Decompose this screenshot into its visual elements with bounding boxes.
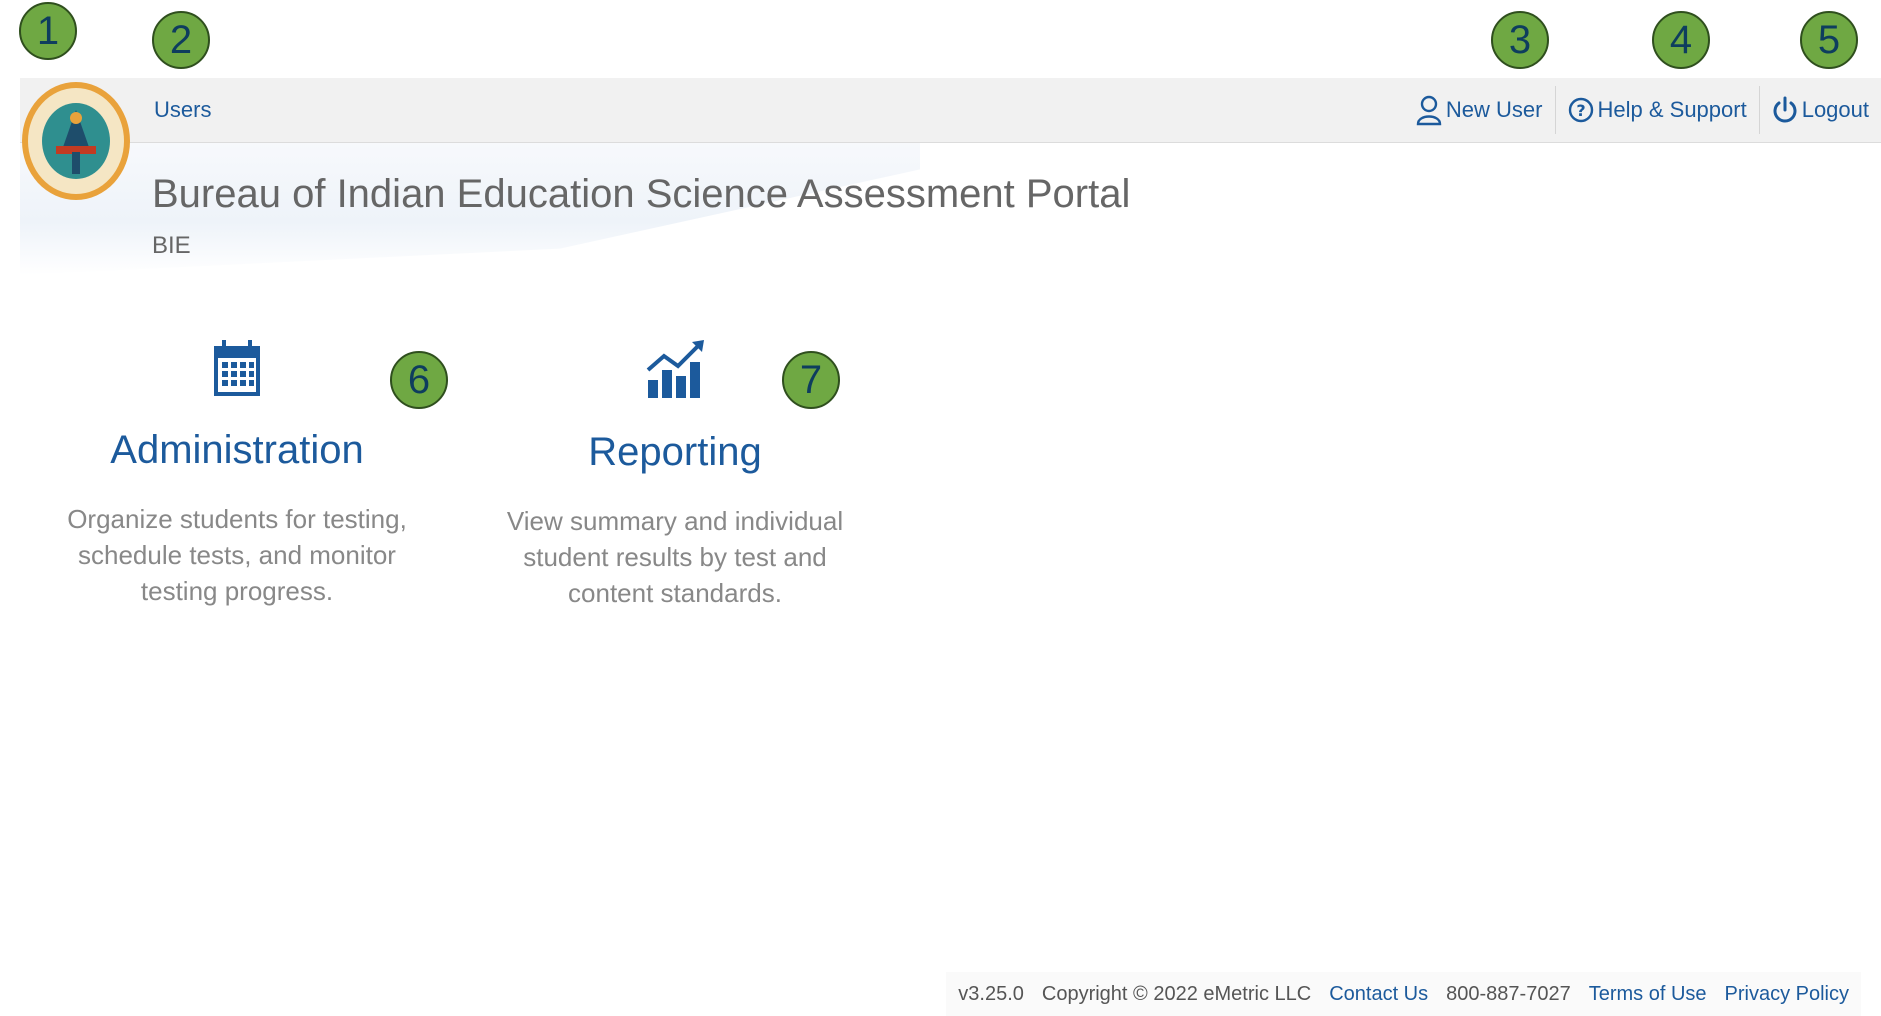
- right-nav: New User ? Help & Support Logout: [1404, 82, 1881, 138]
- administration-title[interactable]: Administration: [47, 428, 427, 473]
- power-icon: [1772, 96, 1798, 124]
- users-nav-link[interactable]: Users: [154, 97, 211, 123]
- annotation-badge-5: 5: [1800, 11, 1858, 69]
- annotation-badge-6: 6: [390, 351, 448, 409]
- help-support-button[interactable]: ? Help & Support: [1554, 86, 1759, 134]
- annotation-badge-2: 2: [152, 11, 210, 69]
- phone-number: 800-887-7027: [1446, 982, 1571, 1005]
- annotation-badge-1: 1: [19, 2, 77, 60]
- calendar-icon: [47, 340, 427, 398]
- user-icon: [1416, 94, 1442, 126]
- privacy-policy-link[interactable]: Privacy Policy: [1725, 983, 1849, 1006]
- annotation-badge-3: 3: [1491, 11, 1549, 69]
- terms-of-use-link[interactable]: Terms of Use: [1589, 983, 1707, 1006]
- administration-description: Organize students for testing, schedule …: [67, 504, 407, 606]
- help-support-label: Help & Support: [1597, 97, 1747, 122]
- logout-label: Logout: [1801, 97, 1869, 122]
- footer: v3.25.0 Copyright © 2022 eMetric LLC Con…: [946, 972, 1861, 1016]
- reporting-title[interactable]: Reporting: [485, 430, 865, 475]
- svg-text:?: ?: [1576, 101, 1585, 120]
- administration-tile[interactable]: Administration Organize students for tes…: [47, 340, 427, 609]
- annotation-badge-4: 4: [1652, 11, 1710, 69]
- new-user-button[interactable]: New User: [1404, 86, 1555, 134]
- logout-button[interactable]: Logout: [1758, 86, 1881, 134]
- page-title: Bureau of Indian Education Science Asses…: [152, 172, 1131, 216]
- organization-code: BIE: [152, 232, 191, 259]
- copyright-text: Copyright © 2022 eMetric LLC: [1041, 982, 1312, 1005]
- annotation-badge-7: 7: [782, 351, 840, 409]
- new-user-label: New User: [1445, 97, 1543, 122]
- question-circle-icon: ?: [1568, 97, 1594, 123]
- version-text: v3.25.0: [958, 982, 1024, 1005]
- bureau-of-indian-education-logo[interactable]: [20, 80, 132, 202]
- contact-us-link[interactable]: Contact Us: [1329, 983, 1428, 1006]
- reporting-description: View summary and individual student resu…: [506, 506, 844, 608]
